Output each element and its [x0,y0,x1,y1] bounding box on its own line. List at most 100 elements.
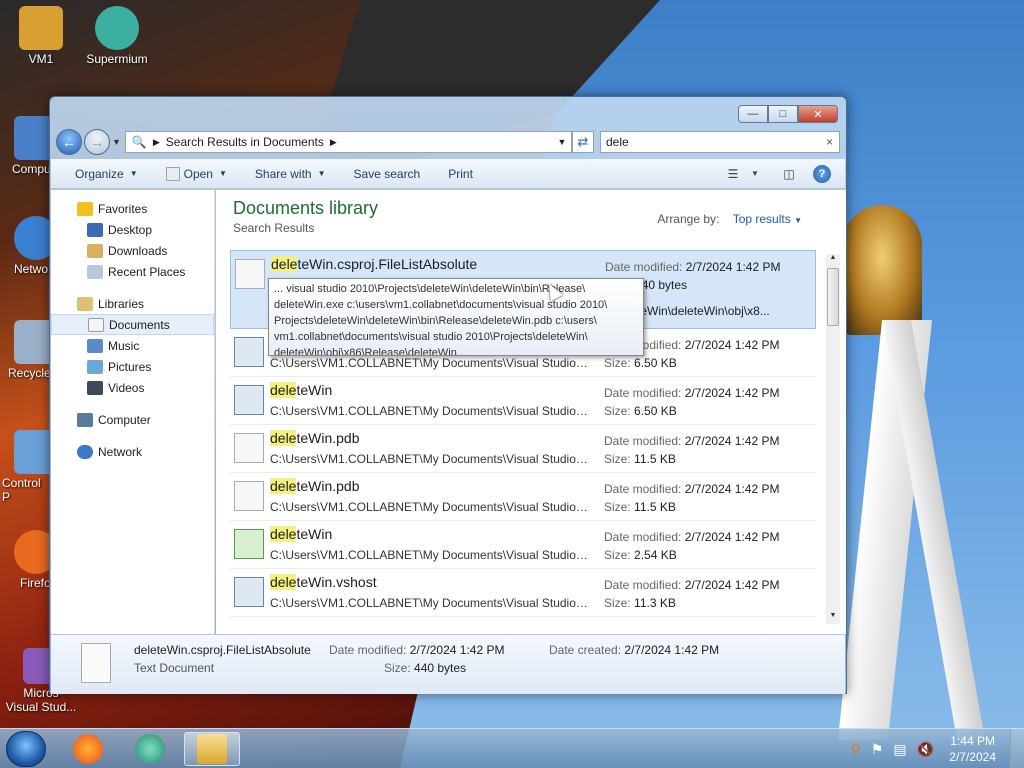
breadcrumb-arrow-icon[interactable]: ▶ [330,137,337,148]
close-button[interactable]: ✕ [798,105,838,123]
taskbar: ⚲ ⚑ ▤ 🔇 1:44 PM 2/7/2024 [0,728,1024,768]
nav-desktop[interactable]: Desktop [51,219,214,240]
minimize-button[interactable]: — [738,105,768,123]
search-input[interactable]: dele [606,135,629,149]
size-value: 11.3 KB [634,596,676,610]
nav-label: Videos [108,380,145,395]
nav-favorites[interactable]: Favorites [51,198,214,219]
file-name: deleteWin.vshost [270,574,377,590]
result-row[interactable]: deleteWin C:\Users\VM1.COLLABNET\My Docu… [230,521,816,569]
address-bar[interactable]: 🔍 ▶ Search Results in Documents ▶ ▼ [124,131,572,153]
result-row[interactable]: deleteWin C:\Users\VM1.COLLABNET\My Docu… [230,377,816,425]
nav-videos[interactable]: Videos [51,377,214,398]
file-path: C:\Users\VM1.COLLABNET\My Documents\Visu… [270,356,588,370]
file-icon [165,166,180,181]
library-header: Documents library Search Results [233,198,378,235]
result-row[interactable]: deleteWin.vshost C:\Users\VM1.COLLABNET\… [230,569,816,617]
taskbar-firefox[interactable] [60,732,116,766]
nav-label: Downloads [108,243,168,258]
computer-icon [77,412,93,427]
back-button[interactable]: ← [56,129,82,155]
desktop-icon-computer[interactable]: Compu [0,116,50,176]
maximize-button[interactable]: □ [768,105,798,123]
file-path: C:\Users\VM1.COLLABNET\My Documents\Visu… [270,452,588,466]
breadcrumb-segment[interactable]: Search Results in Documents [166,135,324,149]
taskbar-supermium[interactable] [122,732,178,766]
nav-music[interactable]: Music [51,335,214,356]
scroll-down-icon[interactable]: ▼ [826,612,840,624]
result-row[interactable]: deleteWin.pdb C:\Users\VM1.COLLABNET\My … [230,473,816,521]
clock-date: 2/7/2024 [949,750,996,764]
show-desktop-button[interactable] [1010,729,1024,768]
change-view-icon[interactable]: ☰ [723,164,743,184]
share-with-button[interactable]: Share with ▼ [255,167,326,181]
generic-file-icon [234,433,264,463]
size-label: Size: [604,548,631,562]
open-button[interactable]: Open ▼ [165,166,227,181]
preview-pane-icon[interactable]: ◫ [779,164,799,184]
desktop-icon-vm1[interactable]: VM1 [0,6,82,66]
desktop-icon-network[interactable]: Netwo [0,216,50,276]
desktop-icon-recycle-bin[interactable]: Recycle [0,320,50,380]
arrange-by-dropdown[interactable]: Top results ▼ [733,212,802,226]
nav-pictures[interactable]: Pictures [51,356,214,377]
file-name: deleteWin.pdb [270,478,360,494]
help-button[interactable]: ? [813,164,831,183]
supermium-icon [135,734,165,764]
nav-documents[interactable]: Documents [51,314,214,335]
clock[interactable]: 1:44 PM 2/7/2024 [949,733,996,765]
command-bar: Organize ▼ Open ▼ Share with ▼ Save search … [51,159,845,189]
match-highlight: dele [270,430,297,446]
desktop-icon-control-panel[interactable]: Control P [0,430,50,504]
organize-button[interactable]: Organize ▼ [75,167,138,181]
vertical-scrollbar[interactable]: ▲ ▼ [826,254,840,624]
explorer-window: — □ ✕ ← → ▼ 🔍 ▶ Search Results in Docume… [49,96,847,694]
save-search-button[interactable]: Save search [354,167,421,181]
flag-icon[interactable]: ⚑ [871,741,884,758]
match-highlight: dele [270,382,297,398]
file-path: C:\Users\VM1.COLLABNET\My Documents\Visu… [270,500,588,514]
breadcrumb-arrow-icon[interactable]: ▶ [153,137,160,148]
taskbar-explorer[interactable] [184,732,240,766]
scroll-up-icon[interactable]: ▲ [826,254,840,266]
path-tooltip: ... visual studio 2010\Projects\deleteWi… [268,278,644,356]
nav-recent-places[interactable]: Recent Places [51,261,214,282]
desktop-icon-supermium[interactable]: Supermium [76,6,158,66]
match-highlight: dele [270,478,297,494]
refresh-button[interactable]: ⇄ [572,131,594,153]
nav-libraries[interactable]: Libraries [51,293,214,314]
nav-network[interactable]: Network [51,441,214,462]
date-modified-value: 2/7/2024 1:42 PM [684,482,780,496]
search-icon[interactable]: ⚲ [851,741,861,758]
forward-button[interactable]: → [84,129,110,155]
file-name: deleteWin [270,526,332,542]
file-size: Size: 2.54 KB [604,548,677,562]
file-name-rest: teWin.csproj.FileListAbsolute [297,256,478,272]
volume-muted-icon[interactable]: 🔇 [917,741,934,758]
print-button[interactable]: Print [448,167,473,181]
chevron-down-icon: ▼ [317,169,326,178]
history-dropdown-icon[interactable]: ▼ [112,137,121,147]
file-path: C:\Users\VM1.COLLABNET\My Documents\Visu… [270,548,588,562]
nav-computer[interactable]: Computer [51,409,214,430]
firefox-icon [14,530,50,574]
date-modified-label: Date modified: [604,434,682,448]
nav-label: Network [98,444,143,459]
nav-downloads[interactable]: Downloads [51,240,214,261]
search-box[interactable]: dele × [600,131,840,153]
address-dropdown-icon[interactable]: ▼ [553,137,571,147]
date-modified: Date modified: 2/7/2024 1:42 PM [604,434,779,448]
desktop-icon-firefox[interactable]: Firefo [0,530,50,590]
result-row[interactable]: deleteWin.pdb C:\Users\VM1.COLLABNET\My … [230,425,816,473]
firefox-icon [73,734,103,764]
network-icon[interactable]: ▤ [893,741,906,758]
details-size: Size: 440 bytes [384,661,466,675]
clear-search-icon[interactable]: × [826,135,833,149]
scroll-thumb[interactable] [827,268,839,326]
view-dropdown-icon[interactable]: ▼ [745,164,765,184]
size-value: 2.54 KB [634,548,677,562]
details-date-created: Date created: 2/7/2024 1:42 PM [549,643,719,657]
file-name-rest: teWin [296,526,333,542]
start-button[interactable] [6,731,46,767]
